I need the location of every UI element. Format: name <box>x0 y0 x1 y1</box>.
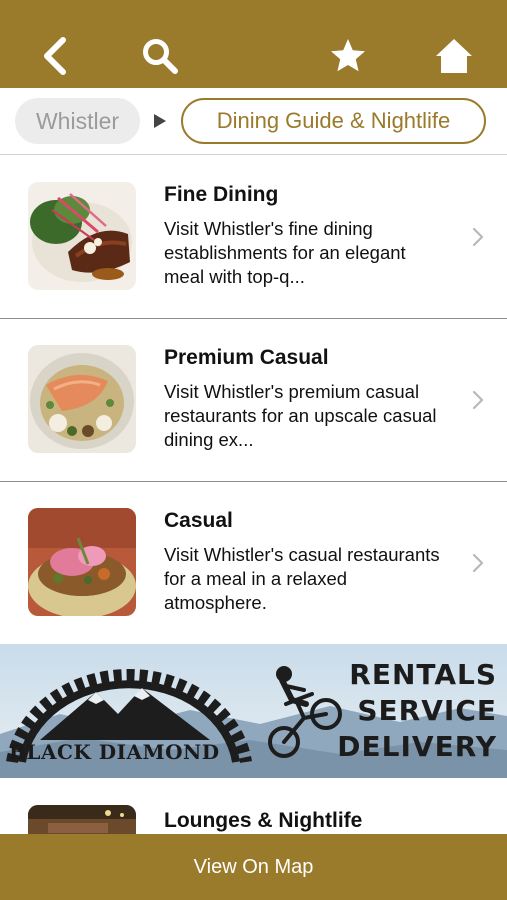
list-item-lounges-nightlife[interactable]: Lounges & Nightlife <box>0 778 507 845</box>
breadcrumb-arrow-icon <box>154 114 166 128</box>
list-item-premium-casual[interactable]: Premium Casual Visit Whistler's premium … <box>0 319 507 482</box>
chevron-left-icon <box>44 37 66 75</box>
list-item-title: Fine Dining <box>164 183 279 206</box>
chevron-right-icon <box>472 227 484 247</box>
home-button[interactable] <box>430 32 478 80</box>
breadcrumb: Whistler Dining Guide & Nightlife <box>0 88 507 155</box>
star-icon <box>331 39 365 72</box>
breadcrumb-dining-guide[interactable]: Dining Guide & Nightlife <box>181 98 486 144</box>
ad-brand-name: BLACK DIAMOND <box>9 740 220 764</box>
view-on-map-button[interactable]: View On Map <box>0 834 507 900</box>
breadcrumb-whistler[interactable]: Whistler <box>15 98 140 144</box>
list-item-casual[interactable]: Casual Visit Whistler's casual restauran… <box>0 482 507 645</box>
chevron-right-icon <box>472 390 484 410</box>
ad-line-delivery: DELIVERY <box>337 730 497 763</box>
list-item-title: Premium Casual <box>164 346 329 369</box>
fine-dining-thumbnail <box>28 182 136 290</box>
ad-line-rentals: RENTALS <box>349 658 497 691</box>
ad-banner[interactable]: BLACK DIAMOND RENTALS SERVICE DELIVERY <box>0 644 507 778</box>
casual-thumbnail <box>28 508 136 616</box>
back-button[interactable] <box>30 32 78 80</box>
search-icon <box>143 39 178 74</box>
home-icon <box>436 39 472 73</box>
top-toolbar <box>0 0 507 88</box>
favorites-button[interactable] <box>324 32 372 80</box>
list-item-description: Visit Whistler's premium casual restaura… <box>164 381 437 450</box>
category-list: Fine Dining Visit Whistler's fine dining… <box>0 156 507 645</box>
ad-line-service: SERVICE <box>357 694 497 727</box>
list-item-description: Visit Whistler's fine dining establishme… <box>164 218 406 287</box>
list-item-fine-dining[interactable]: Fine Dining Visit Whistler's fine dining… <box>0 156 507 319</box>
list-item-description: Visit Whistler's casual restaurants for … <box>164 544 440 613</box>
list-item-title: Casual <box>164 509 233 532</box>
search-button[interactable] <box>136 32 184 80</box>
chevron-right-icon <box>472 553 484 573</box>
premium-casual-thumbnail <box>28 345 136 453</box>
list-item-title: Lounges & Nightlife <box>164 809 363 832</box>
